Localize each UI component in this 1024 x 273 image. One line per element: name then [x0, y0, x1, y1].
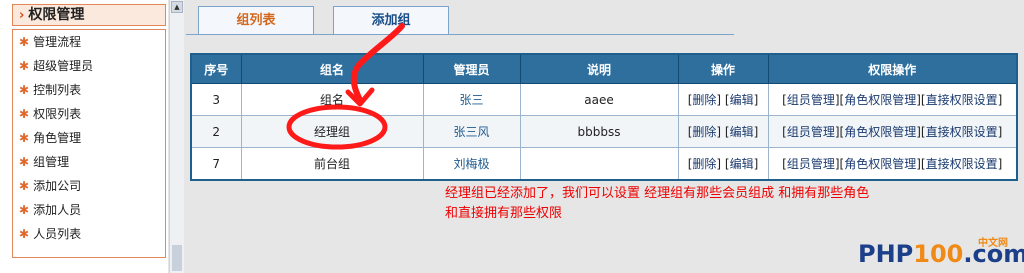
scrollbar-thumb[interactable] — [172, 245, 182, 271]
sidebar-item-super-admin[interactable]: ✱ 超级管理员 — [13, 54, 165, 78]
sidebar-item-person-list[interactable]: ✱ 人员列表 — [13, 222, 165, 246]
group-member-manage-link[interactable]: 组员管理 — [787, 125, 835, 139]
star-icon: ✱ — [19, 59, 30, 73]
direct-permission-link[interactable]: 直接权限设置 — [926, 125, 998, 139]
column-header-desc: 说明 — [519, 53, 679, 84]
tab-add-group[interactable]: 添加组 — [333, 6, 449, 35]
logo-text-php: PHP — [858, 240, 914, 268]
sidebar-item-label: 添加公司 — [33, 179, 82, 193]
group-member-manage-link[interactable]: 组员管理 — [787, 93, 835, 107]
cell-admin: 张三 — [422, 83, 521, 116]
cell-desc — [519, 147, 679, 181]
sidebar-item-label: 控制列表 — [33, 83, 82, 97]
sidebar-menu: ✱ 管理流程 ✱ 超级管理员 ✱ 控制列表 ✱ 权限列表 ✱ 角色管理 ✱ 组管理 ✱ 添加公… — [12, 29, 166, 258]
sidebar: › 权限管理 ✱ 管理流程 ✱ 超级管理员 ✱ 控制列表 ✱ 权限列表 ✱ 角色管理 ✱ 组管… — [0, 0, 168, 273]
sidebar-scrollbar[interactable]: ▲ — [169, 0, 184, 273]
scroll-up-arrow-icon[interactable]: ▲ — [171, 1, 183, 13]
sidebar-item-label: 超级管理员 — [33, 59, 94, 73]
star-icon: ✱ — [19, 203, 30, 217]
group-table: 序号 组名 管理员 说明 操作 权限操作 3 组名 张三 aaee [删除] [… — [190, 53, 1018, 181]
table-header-row: 序号 组名 管理员 说明 操作 权限操作 — [190, 53, 1018, 84]
table-row: 7 前台组 刘梅极 [删除] [编辑] [组员管理][角色权限管理][直接权限设… — [190, 147, 1018, 181]
cell-group-name: 前台组 — [240, 147, 424, 181]
cell-ops: [删除] [编辑] — [677, 147, 769, 181]
star-icon: ✱ — [19, 107, 30, 121]
column-header-id: 序号 — [190, 53, 242, 84]
sidebar-title-label: 权限管理 — [28, 7, 85, 23]
cell-admin: 刘梅极 — [422, 147, 521, 181]
star-icon: ✱ — [19, 131, 30, 145]
chevron-right-icon: › — [19, 8, 25, 23]
sidebar-item-add-person[interactable]: ✱ 添加人员 — [13, 198, 165, 222]
column-header-perm-ops: 权限操作 — [767, 53, 1018, 84]
sidebar-item-add-company[interactable]: ✱ 添加公司 — [13, 174, 165, 198]
cell-perm-ops: [组员管理][角色权限管理][直接权限设置] — [767, 83, 1018, 116]
star-icon: ✱ — [19, 179, 30, 193]
sidebar-item-control-list[interactable]: ✱ 控制列表 — [13, 78, 165, 102]
edit-link[interactable]: 编辑 — [730, 93, 754, 107]
role-permission-link[interactable]: 角色权限管理 — [844, 157, 916, 171]
group-member-manage-link[interactable]: 组员管理 — [787, 157, 835, 171]
sidebar-item-role-manage[interactable]: ✱ 角色管理 — [13, 126, 165, 150]
star-icon: ✱ — [19, 35, 30, 49]
star-icon: ✱ — [19, 155, 30, 169]
logo-text-100: 100 — [913, 240, 964, 268]
annotation-text: 经理组已经添加了，我们可以设置 经理组有那些会员组成 和拥有那些角色 和直接拥有… — [445, 184, 1005, 224]
role-permission-link[interactable]: 角色权限管理 — [844, 125, 916, 139]
edit-link[interactable]: 编辑 — [730, 157, 754, 171]
delete-link[interactable]: 删除 — [692, 93, 716, 107]
column-header-ops: 操作 — [677, 53, 769, 84]
sidebar-item-label: 组管理 — [33, 155, 70, 169]
cell-admin: 张三风 — [422, 115, 521, 148]
cell-group-name: 组名 — [240, 83, 424, 116]
column-header-admin: 管理员 — [422, 53, 521, 84]
table-row: 2 经理组 张三风 bbbbss [删除] [编辑] [组员管理][角色权限管理… — [190, 115, 1018, 148]
tab-underline — [186, 34, 734, 35]
star-icon: ✱ — [19, 83, 30, 97]
sidebar-item-permission-list[interactable]: ✱ 权限列表 — [13, 102, 165, 126]
sidebar-item-label: 管理流程 — [33, 35, 82, 49]
cell-desc: bbbbss — [519, 115, 679, 148]
sidebar-item-label: 人员列表 — [33, 227, 82, 241]
direct-permission-link[interactable]: 直接权限设置 — [926, 157, 998, 171]
annotation-line-2: 和直接拥有那些权限 — [445, 206, 563, 221]
cell-ops: [删除] [编辑] — [677, 83, 769, 116]
edit-link[interactable]: 编辑 — [730, 125, 754, 139]
sidebar-item-label: 添加人员 — [33, 203, 82, 217]
star-icon: ✱ — [19, 227, 30, 241]
table-row: 3 组名 张三 aaee [删除] [编辑] [组员管理][角色权限管理][直接… — [190, 83, 1018, 116]
cell-ops: [删除] [编辑] — [677, 115, 769, 148]
annotation-line-1: 经理组已经添加了，我们可以设置 经理组有那些会员组成 和拥有那些角色 — [445, 186, 870, 201]
sidebar-item-label: 权限列表 — [33, 107, 82, 121]
cell-id: 3 — [190, 83, 242, 116]
delete-link[interactable]: 删除 — [692, 125, 716, 139]
role-permission-link[interactable]: 角色权限管理 — [844, 93, 916, 107]
cell-perm-ops: [组员管理][角色权限管理][直接权限设置] — [767, 147, 1018, 181]
sidebar-item-manage-flow[interactable]: ✱ 管理流程 — [13, 30, 165, 54]
sidebar-item-group-manage[interactable]: ✱ 组管理 — [13, 150, 165, 174]
logo-cn-label: 中文网 — [978, 238, 1008, 249]
delete-link[interactable]: 删除 — [692, 157, 716, 171]
cell-group-name: 经理组 — [240, 115, 424, 148]
column-header-name: 组名 — [240, 53, 424, 84]
sidebar-title[interactable]: › 权限管理 — [12, 4, 166, 26]
cell-perm-ops: [组员管理][角色权限管理][直接权限设置] — [767, 115, 1018, 148]
cell-id: 2 — [190, 115, 242, 148]
cell-desc: aaee — [519, 83, 679, 116]
tab-group-list[interactable]: 组列表 — [198, 6, 314, 35]
sidebar-item-label: 角色管理 — [33, 131, 82, 145]
cell-id: 7 — [190, 147, 242, 181]
direct-permission-link[interactable]: 直接权限设置 — [926, 93, 998, 107]
